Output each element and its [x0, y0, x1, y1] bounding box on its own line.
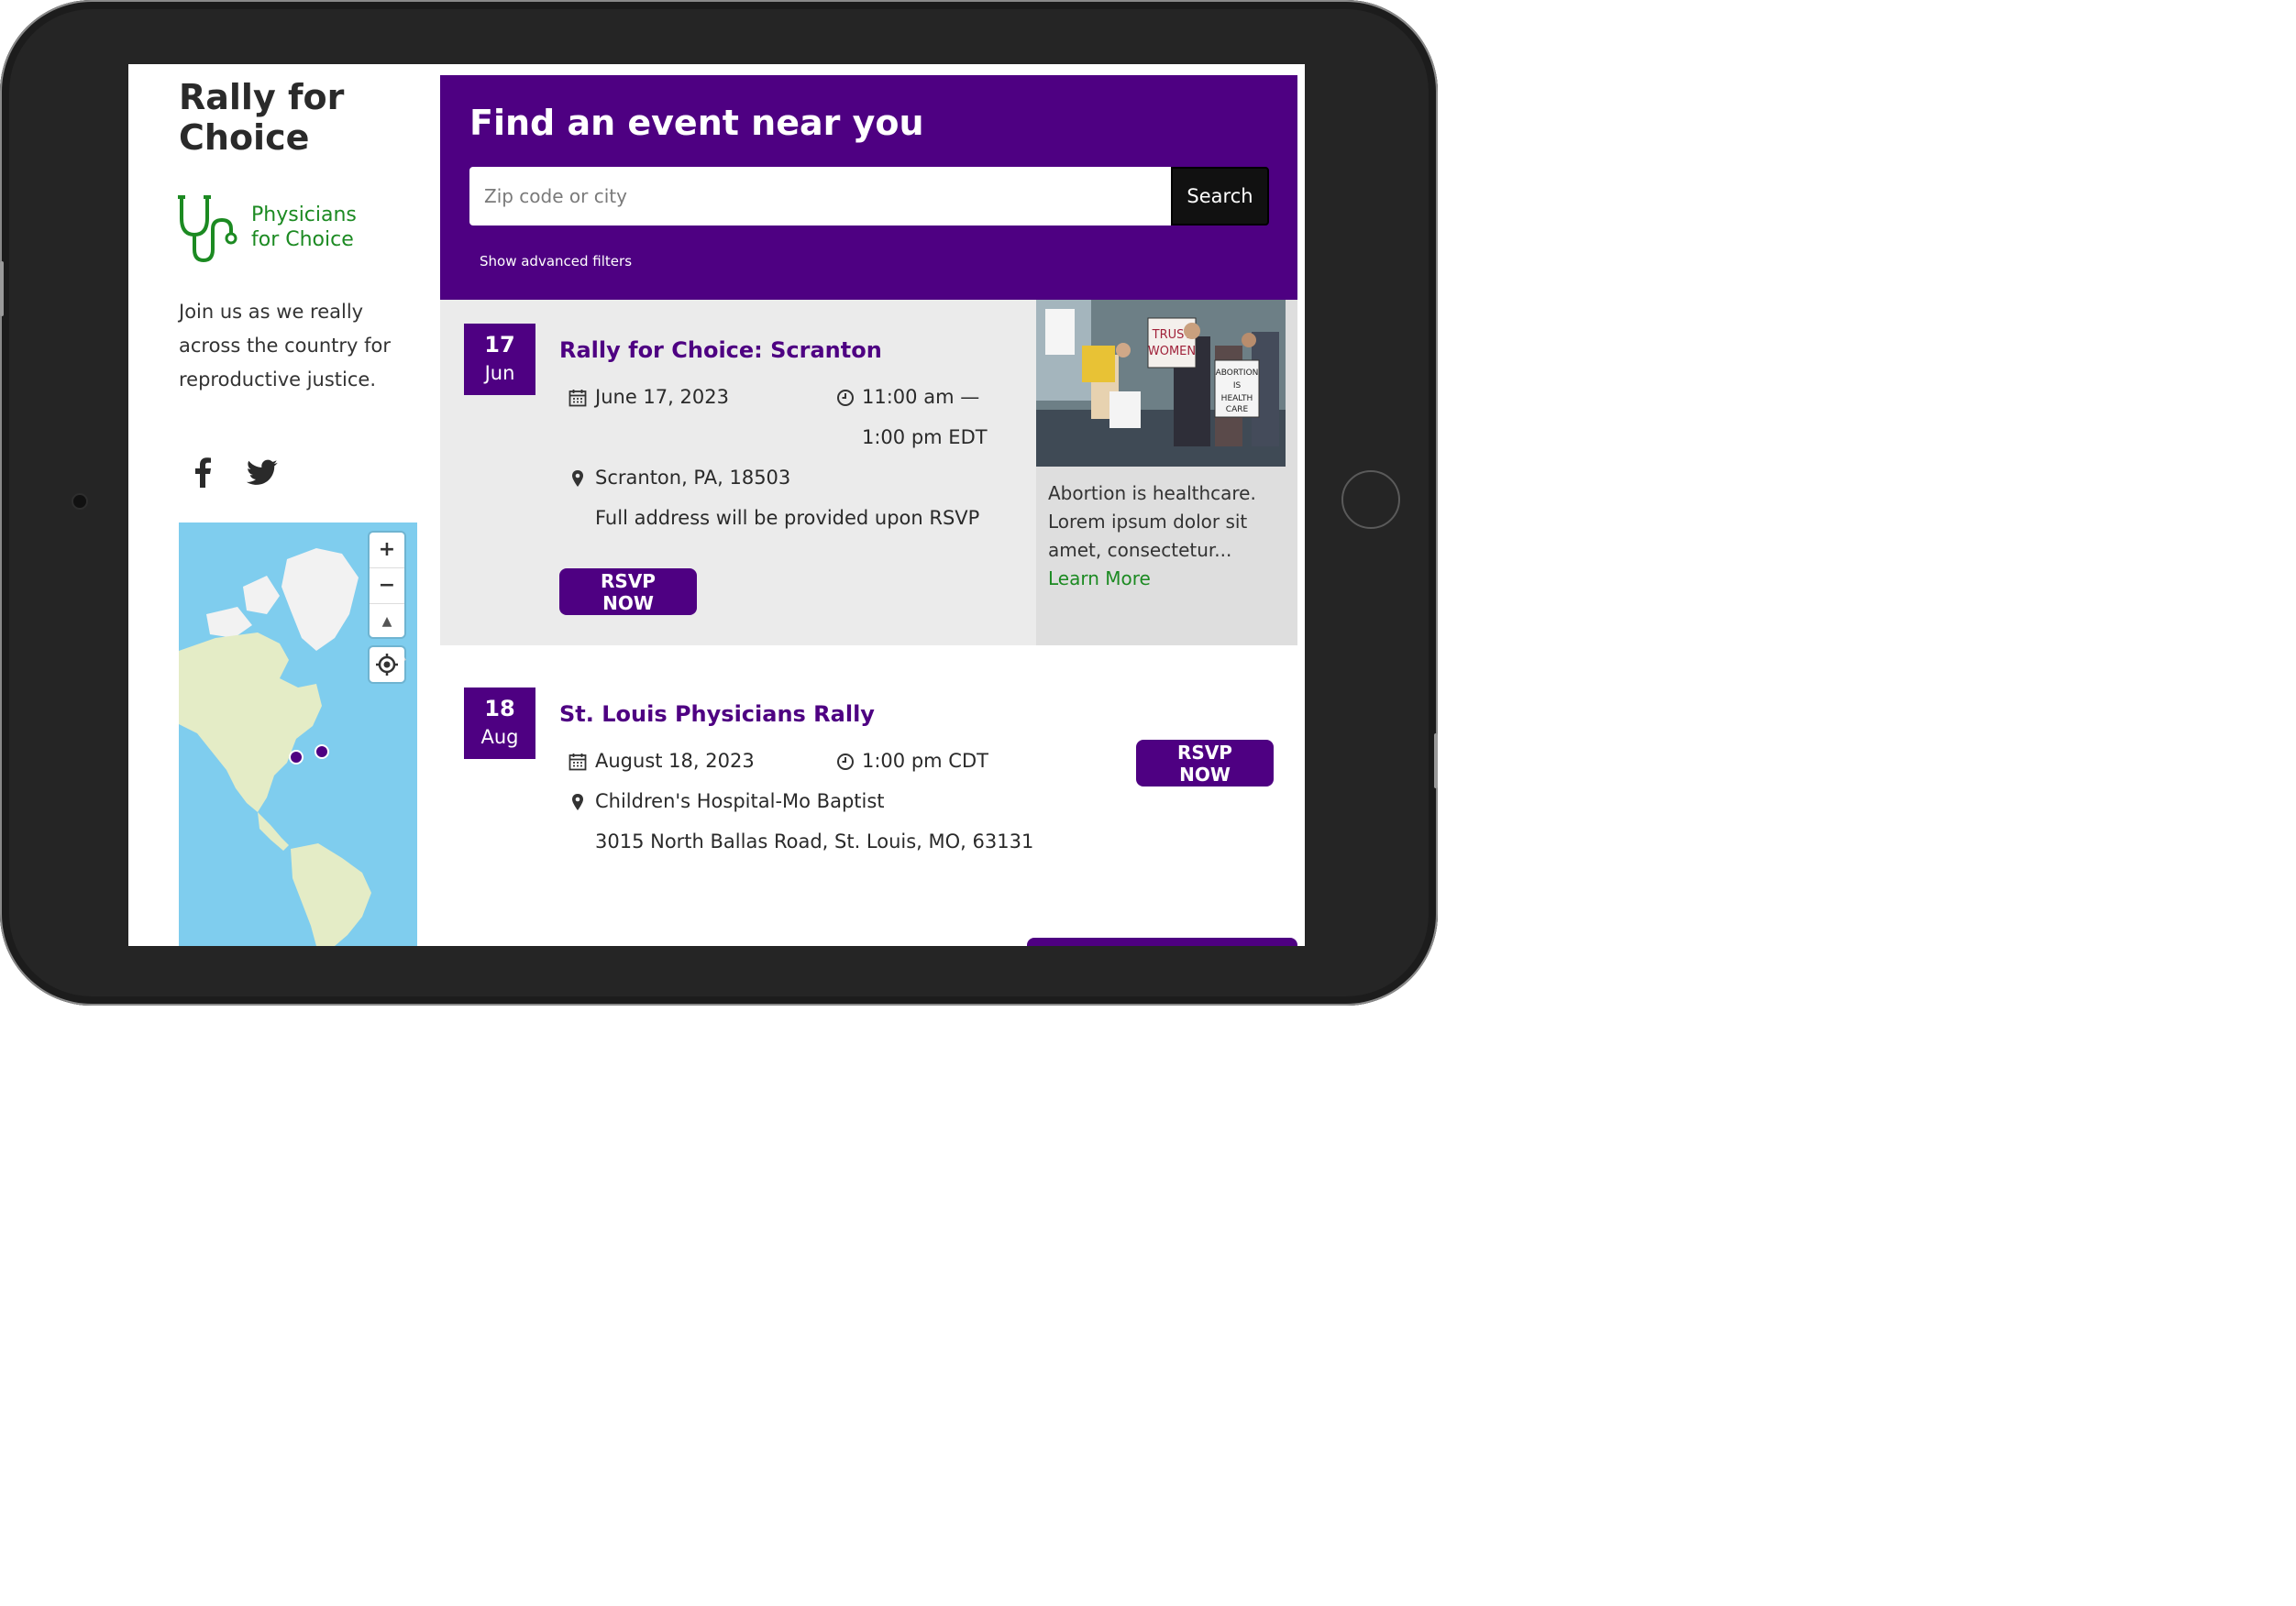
event-title-link[interactable]: St. Louis Physicians Rally [559, 699, 875, 729]
sign-text: WOMEN [1148, 345, 1196, 358]
tablet-side-button [1434, 733, 1438, 788]
learn-more-link[interactable]: Learn More [1048, 565, 1286, 593]
sign-text: IS [1233, 381, 1242, 390]
rsvp-button[interactable]: RSVP NOW [1136, 740, 1274, 786]
event-card: 18 Aug St. Louis Physicians Rally August… [440, 660, 1297, 935]
rally-photo: TRUST WOMEN ABORTION IS HEALTH CARE [1036, 300, 1286, 467]
clock-icon [837, 390, 854, 406]
zoom-out-button[interactable]: − [370, 568, 404, 604]
location-search-input[interactable] [469, 167, 1172, 226]
event-location: Scranton, PA, 18503 [595, 467, 791, 489]
date-badge: 18 Aug [464, 688, 535, 759]
home-button[interactable] [1341, 470, 1400, 529]
event-time-start: 11:00 am — [862, 386, 980, 408]
sign-text: HEALTH [1221, 394, 1253, 403]
locate-button[interactable] [370, 647, 404, 682]
locate-icon [376, 654, 398, 676]
search-panel: Find an event near you Search Show advan… [440, 75, 1297, 300]
calendar-icon [568, 390, 587, 407]
camera-icon [73, 495, 86, 508]
search-heading: Find an event near you [469, 103, 924, 143]
date-badge: 17 Jun [464, 324, 535, 395]
promo-text: Abortion is healthcare. Lorem ipsum dolo… [1048, 479, 1286, 593]
physicians-for-choice-logo[interactable]: Physicians for Choice [176, 192, 369, 266]
event-day: 18 [484, 696, 515, 721]
rsvp-button[interactable] [1027, 938, 1297, 946]
clock-icon [837, 754, 854, 770]
event-card: 17 Jun Rally for Choice: Scranton June 1… [440, 300, 1297, 645]
promo-description: Abortion is healthcare. Lorem ipsum dolo… [1048, 482, 1256, 561]
event-month: Jun [484, 362, 515, 384]
search-button[interactable]: Search [1171, 167, 1269, 226]
event-day: 17 [484, 332, 515, 358]
sign-text: ABORTION [1216, 368, 1259, 378]
event-date: June 17, 2023 [595, 386, 729, 408]
events-map[interactable]: + − ▲ [179, 522, 417, 946]
show-advanced-filters-link[interactable]: Show advanced filters [480, 253, 632, 270]
tablet-frame: Rally for Choice Physicians for Choice Jo… [0, 0, 1438, 1006]
event-month: Aug [480, 726, 519, 748]
event-time-end: 1:00 pm EDT [862, 426, 988, 448]
stethoscope-icon [178, 195, 237, 263]
twitter-icon[interactable] [246, 456, 279, 490]
map-zoom-controls: + − ▲ [370, 533, 404, 637]
promo-panel: TRUST WOMEN ABORTION IS HEALTH CARE Abor… [1036, 300, 1297, 645]
event-location: Children's Hospital-Mo Baptist [595, 790, 885, 812]
event-date: August 18, 2023 [595, 750, 755, 772]
event-title-link[interactable]: Rally for Choice: Scranton [559, 336, 882, 365]
map-marker-st-louis[interactable] [289, 750, 304, 764]
zoom-in-button[interactable]: + [370, 533, 404, 568]
tagline: Join us as we really across the country … [179, 301, 391, 390]
compass-button[interactable]: ▲ [370, 604, 404, 639]
facebook-icon[interactable] [187, 456, 220, 490]
logo-text: Physicians for Choice [251, 204, 357, 251]
sign-text: CARE [1226, 405, 1249, 414]
screen: Rally for Choice Physicians for Choice Jo… [128, 64, 1305, 946]
calendar-icon [568, 754, 587, 771]
site-title: Rally for Choice [179, 77, 345, 158]
event-address: Full address will be provided upon RSVP [595, 507, 980, 529]
rsvp-button[interactable]: RSVP NOW [559, 568, 697, 615]
tablet-side-button [0, 261, 4, 316]
map-marker-scranton[interactable] [315, 744, 329, 759]
event-time: 1:00 pm CDT [862, 750, 988, 772]
location-pin-icon [572, 470, 583, 487]
event-address: 3015 North Ballas Road, St. Louis, MO, 6… [595, 830, 1034, 852]
location-pin-icon [572, 794, 583, 810]
